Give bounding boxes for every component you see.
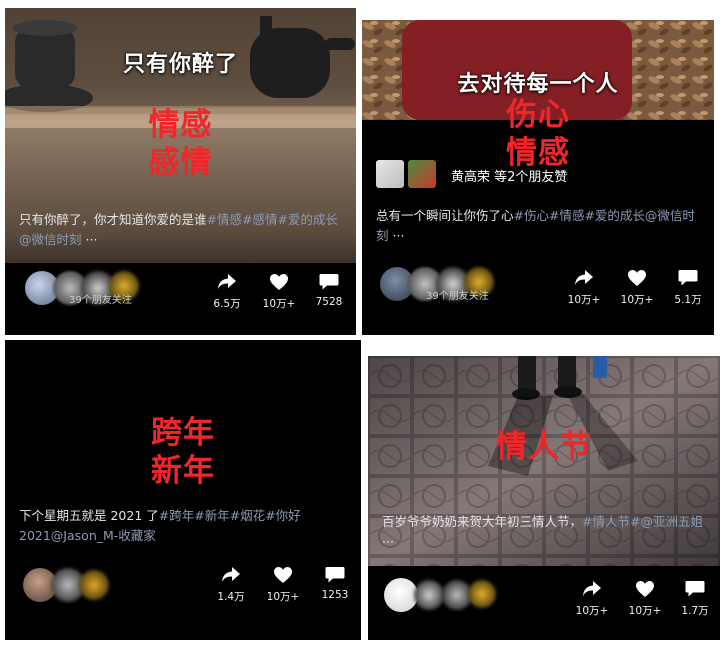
share-count: 10万+	[567, 294, 601, 306]
liker-avatar	[408, 160, 436, 188]
share-icon	[575, 270, 593, 285]
like-count: 10万+	[266, 591, 300, 603]
description-text: 百岁爷爷奶奶来贺大年初三情人节，	[382, 514, 583, 529]
comment-action[interactable]: 7528	[305, 273, 353, 308]
description-text: 下个星期五就是 2021 了	[19, 508, 159, 523]
avatar	[468, 580, 496, 608]
heart-icon	[274, 567, 292, 583]
action-bar: 10万+ 10万+ 1.7万	[368, 568, 720, 618]
more-ellipsis[interactable]: ···	[382, 534, 394, 549]
share-action[interactable]: 10万+	[568, 580, 616, 618]
liker-avatar	[376, 160, 404, 188]
video-caption: 只有你醉了	[122, 52, 238, 77]
like-action[interactable]: 10万+	[613, 269, 661, 307]
comment-count: 7528	[315, 296, 343, 308]
tag-overlay: 情感 感情	[5, 106, 356, 182]
description-hashtags[interactable]: #情人节#@亚洲五姐	[582, 514, 703, 529]
tag-line: 伤心	[506, 97, 570, 133]
heart-icon	[270, 274, 288, 290]
like-action[interactable]: 10万+	[259, 566, 307, 604]
video-card-2[interactable]: 去对待每一个人 伤心 情感 黄高荣 等2个朋友赞 总有一个瞬间让你伤了心#伤心#…	[362, 20, 714, 335]
more-ellipsis[interactable]: ···	[86, 232, 98, 247]
comment-count: 1253	[321, 589, 349, 601]
video-description[interactable]: 只有你醉了，你才知道你爱的是谁#情感#感情#爱的成长@微信时刻 ···	[19, 210, 345, 250]
tag-line: 感情	[148, 145, 213, 181]
action-bar: 39个朋友关注 6.5万 10万+ 7528	[5, 261, 356, 311]
video-description[interactable]: 百岁爷爷奶奶来贺大年初三情人节，#情人节#@亚洲五姐 ···	[382, 512, 712, 552]
video-description[interactable]: 下个星期五就是 2021 了#跨年#新年#烟花#你好 2021@Jason_M-…	[19, 506, 353, 546]
share-action[interactable]: 6.5万	[203, 273, 251, 311]
friend-avatars[interactable]	[382, 574, 512, 614]
like-action[interactable]: 10万+	[255, 273, 303, 311]
comment-action[interactable]: 1.7万	[671, 580, 719, 618]
friends-follow-text: 39个朋友关注	[426, 291, 489, 302]
video-description[interactable]: 总有一个瞬间让你伤了心#伤心#情感#爱的成长@微信时刻 ···	[376, 206, 706, 246]
friends-follow-text: 39个朋友关注	[69, 295, 132, 306]
description-text: 总有一个瞬间让你伤了心	[376, 208, 514, 223]
heart-icon	[636, 581, 654, 597]
share-action[interactable]: 1.4万	[207, 566, 255, 604]
share-icon	[218, 274, 236, 289]
like-count: 10万+	[262, 298, 296, 310]
like-action[interactable]: 10万+	[621, 580, 669, 618]
comment-count: 5.1万	[674, 294, 702, 306]
tag-line: 情人节	[496, 429, 592, 465]
comment-icon	[678, 270, 698, 286]
heart-icon	[628, 270, 646, 286]
more-ellipsis[interactable]: ···	[393, 228, 405, 243]
video-card-3[interactable]: 跨年 新年 下个星期五就是 2021 了#跨年#新年#烟花#你好 2021@Ja…	[5, 340, 361, 640]
video-card-4[interactable]: 情人节 百岁爷爷奶奶来贺大年初三情人节，#情人节#@亚洲五姐 ··· 10万+ …	[368, 356, 720, 640]
like-count: 10万+	[628, 605, 662, 617]
avatar	[79, 570, 109, 600]
friend-avatars[interactable]	[19, 564, 149, 604]
comment-icon	[685, 581, 705, 597]
comment-count: 1.7万	[681, 605, 709, 617]
avatar	[384, 578, 418, 612]
tag-line: 跨年	[151, 415, 215, 451]
video-card-1[interactable]: 只有你醉了 情感 感情 只有你醉了，你才知道你爱的是谁#情感#感情#爱的成长@微…	[5, 8, 356, 335]
share-action[interactable]: 10万+	[560, 269, 608, 307]
like-count: 10万+	[620, 294, 654, 306]
likers-text: 黄高荣 等2个朋友赞	[451, 170, 568, 185]
comment-action[interactable]: 5.1万	[664, 269, 712, 307]
share-count: 10万+	[575, 605, 609, 617]
action-bar: 1.4万 10万+ 1253	[5, 558, 361, 608]
avatar	[414, 580, 444, 610]
tag-line: 情感	[148, 107, 213, 143]
tag-line: 新年	[151, 453, 215, 489]
comment-action[interactable]: 1253	[311, 566, 359, 601]
share-icon	[222, 567, 240, 582]
action-bar: 39个朋友关注 10万+ 10万+ 5.1万	[362, 257, 714, 307]
share-icon	[583, 581, 601, 596]
tag-overlay: 跨年 新年	[5, 414, 361, 490]
description-text: 只有你醉了，你才知道你爱的是谁	[19, 212, 207, 227]
comment-icon	[325, 567, 345, 583]
video-caption: 去对待每一个人	[457, 72, 619, 97]
share-count: 1.4万	[217, 591, 245, 603]
tag-overlay: 情人节	[368, 428, 720, 466]
comment-icon	[319, 274, 339, 290]
share-count: 6.5万	[213, 298, 241, 310]
